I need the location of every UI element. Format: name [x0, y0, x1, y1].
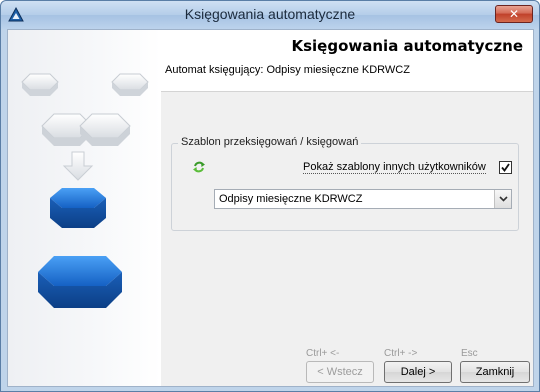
dialog-client-area: Księgowania automatyczne Automat księguj…	[7, 29, 534, 387]
header-title: Księgowania automatyczne	[291, 37, 523, 55]
group-legend: Szablon przeksięgowań / księgowań	[178, 136, 362, 148]
dropdown-button[interactable]	[494, 190, 511, 208]
template-select-value: Odpisy miesięczne KDRWCZ	[219, 193, 363, 205]
header-subtitle: Automat księgujący: Odpisy miesięczne KD…	[165, 64, 410, 76]
show-other-users-templates-label[interactable]: Pokaż szablony innych użytkowników	[303, 161, 486, 174]
chevron-down-icon	[499, 196, 508, 202]
refresh-icon[interactable]	[192, 160, 206, 174]
wizard-footer: Ctrl+ <- Ctrl+ -> Esc < Wstecz Dalej > Z…	[161, 342, 533, 386]
back-shortcut-hint: Ctrl+ <-	[306, 348, 340, 359]
window-title: Księgowania automatyczne	[184, 6, 356, 22]
hexagon-illustration-icon	[21, 73, 149, 308]
show-other-users-templates-checkbox[interactable]	[499, 161, 512, 174]
next-shortcut-hint: Ctrl+ ->	[384, 348, 418, 359]
wizard-content: Szablon przeksięgowań / księgowań Pokaż …	[161, 92, 533, 342]
close-window-button[interactable]: ✕	[495, 5, 533, 23]
wizard-header: Księgowania automatyczne Automat księguj…	[161, 30, 533, 92]
template-select[interactable]: Odpisy miesięczne KDRWCZ	[214, 189, 512, 209]
back-button[interactable]: < Wstecz	[306, 361, 374, 383]
dialog-window: Księgowania automatyczne ✕ Księgowania a…	[0, 0, 540, 392]
wizard-illustration	[8, 30, 161, 386]
title-bar[interactable]: Księgowania automatyczne ✕	[1, 1, 539, 29]
close-shortcut-hint: Esc	[461, 348, 478, 359]
template-groupbox: Szablon przeksięgowań / księgowań Pokaż …	[171, 136, 519, 231]
checkmark-icon	[501, 163, 510, 172]
next-button[interactable]: Dalej >	[384, 361, 452, 383]
close-button[interactable]: Zamknij	[460, 361, 530, 383]
